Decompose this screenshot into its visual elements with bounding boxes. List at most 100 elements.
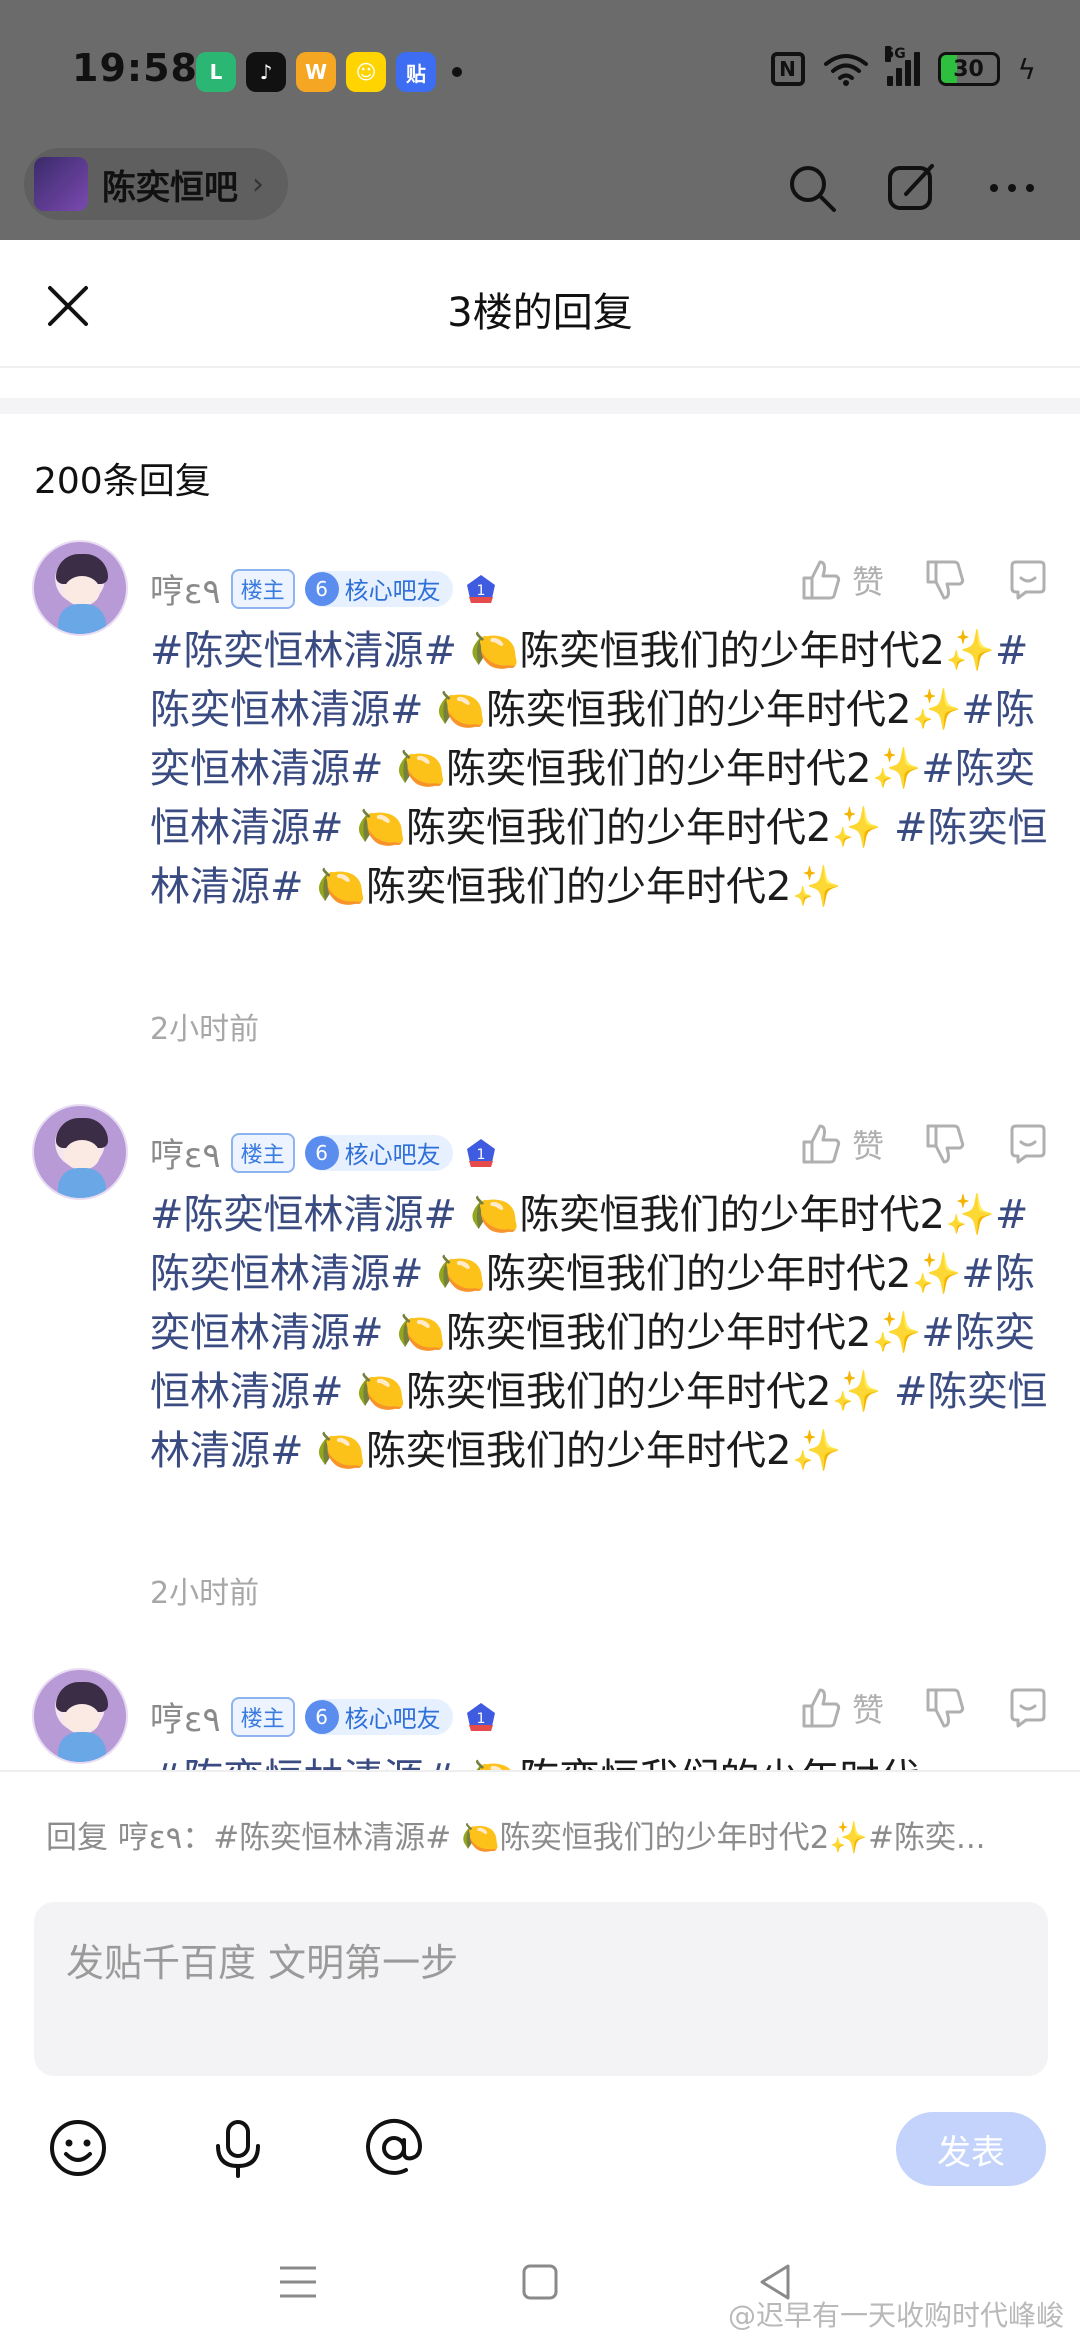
user-info: 哼ε٩ 楼主 6 核心吧友 1 xyxy=(150,1692,499,1741)
network-type-label: 5G xyxy=(884,46,906,62)
reply-text: 🍋陈奕恒我们的少年时代2✨ xyxy=(457,628,995,674)
level-badge: 6 核心吧友 xyxy=(304,1698,453,1735)
forum-avatar xyxy=(34,157,88,211)
phone-app-icon: L xyxy=(196,52,236,92)
mention-icon[interactable] xyxy=(362,2116,426,2180)
username[interactable]: 哼ε٩ xyxy=(150,1692,221,1741)
reply-content: #陈奕恒林清源# 🍋陈奕恒我们的少年时代2✨#陈奕恒林清源# 🍋陈奕恒我们的少年… xyxy=(150,1186,1050,1481)
level-badge: 6 核心吧友 xyxy=(304,570,453,607)
more-notifications-dot xyxy=(452,67,462,77)
status-bar: 19:58 L ♪ W ☺ 贴 N 5G 30 ϟ xyxy=(0,0,1080,140)
like-label: 赞 xyxy=(851,1127,884,1165)
system-navigation-bar: @迟早有一天收购时代峰峻 xyxy=(0,2210,1080,2344)
reply-text: 🍋陈奕恒我们的少年时代2✨ xyxy=(383,746,922,792)
reply-count: 200条回复 xyxy=(34,461,211,502)
avatar[interactable] xyxy=(32,540,128,636)
comment-icon[interactable] xyxy=(1004,1120,1052,1168)
home-icon[interactable] xyxy=(512,2254,568,2310)
status-indicators: N 5G 30 ϟ xyxy=(770,46,1036,86)
rank-medal-icon: 1 xyxy=(466,1138,495,1167)
like-label: 赞 xyxy=(851,563,884,601)
notification-app-icons: L ♪ W ☺ 贴 xyxy=(196,52,462,92)
reply-item[interactable]: 哼ε٩楼主6核心吧友 1 赞 #陈奕恒林清源# 🍋陈奕恒我们的少年时代 xyxy=(0,1668,1080,1770)
like-label: 赞 xyxy=(851,1691,884,1729)
owner-badge: 楼主 xyxy=(230,1696,295,1737)
thumbs-down-icon[interactable] xyxy=(920,556,968,604)
rank-medal-icon: 1 xyxy=(466,1702,495,1731)
owner-badge: 楼主 xyxy=(230,1132,295,1173)
send-button[interactable]: 发表 xyxy=(896,2112,1046,2186)
reply-composer: 回复 哼ε٩：#陈奕恒林清源# 🍋陈奕恒我们的少年时代2✨#陈奕... 发表 xyxy=(0,1770,1080,2210)
username[interactable]: 哼ε٩ xyxy=(150,564,221,613)
thumbs-down-icon[interactable] xyxy=(920,1684,968,1732)
hashtag-link[interactable]: #陈奕恒林清源# xyxy=(150,628,457,674)
reply-timestamp: 2小时前 xyxy=(150,1576,260,1611)
reply-actions: 赞 xyxy=(796,1684,1052,1732)
microphone-icon[interactable] xyxy=(206,2116,270,2180)
chevron-right-icon: › xyxy=(252,166,264,202)
more-icon[interactable] xyxy=(984,160,1040,216)
reply-text: 🍋陈奕恒我们的少年时代2✨ xyxy=(303,1428,842,1474)
reply-item[interactable]: 哼ε٩ 楼主 6 核心吧友 1 赞 #陈奕恒林清源# 🍋陈奕恒我们的少年时代2✨#陈奕恒林清… xyxy=(0,540,1080,1104)
reply-text: 🍋陈奕恒我们的少年时代2✨ xyxy=(423,1251,962,1297)
level-title: 核心吧友 xyxy=(344,1141,441,1169)
sheet-title: 3楼的回复 xyxy=(447,290,633,336)
level-number: 6 xyxy=(304,571,339,606)
reply-text: 🍋陈奕恒我们的少年时代2✨ xyxy=(423,687,962,733)
hashtag-link[interactable]: #陈奕恒林清源# xyxy=(150,1756,457,1770)
owner-badge: 楼主 xyxy=(230,568,295,609)
level-title: 核心吧友 xyxy=(344,577,441,605)
reply-target-hint: 回复 哼ε٩：#陈奕恒林清源# 🍋陈奕恒我们的少年时代2✨#陈奕... xyxy=(46,1820,986,1856)
comment-icon[interactable] xyxy=(1004,1684,1052,1732)
reply-text: 🍋陈奕恒我们的少年时代2✨ xyxy=(343,805,895,851)
battery-level: 30 xyxy=(953,56,984,82)
emoji-app-icon: ☺ xyxy=(346,52,386,92)
like-button[interactable]: 赞 xyxy=(796,556,884,604)
level-number: 6 xyxy=(304,1699,339,1734)
menu-icon[interactable] xyxy=(270,2254,326,2310)
reply-list: 哼ε٩ 楼主 6 核心吧友 1 赞 #陈奕恒林清源# 🍋陈奕恒我们的少年时代2✨#陈奕恒林清… xyxy=(0,540,1080,1770)
thumbs-down-icon[interactable] xyxy=(920,1120,968,1168)
forum-top-bar: 陈奕恒吧 › xyxy=(0,140,1080,240)
reply-text: 🍋陈奕恒我们的少年时代 xyxy=(457,1756,920,1770)
avatar[interactable] xyxy=(32,1104,128,1200)
thumbs-up-icon xyxy=(802,560,841,600)
svg-text:1: 1 xyxy=(476,1711,485,1727)
nfc-icon: N xyxy=(770,52,805,86)
level-number: 6 xyxy=(304,1135,339,1170)
status-time: 19:58 xyxy=(72,46,198,90)
svg-text:1: 1 xyxy=(476,583,485,599)
emoji-icon[interactable] xyxy=(46,2116,110,2180)
username[interactable]: 哼ε٩ xyxy=(150,1128,221,1177)
like-button[interactable]: 赞 xyxy=(796,1684,884,1732)
hashtag-link[interactable]: #陈奕恒林清源# xyxy=(150,1192,457,1238)
forum-name: 陈奕恒吧 xyxy=(102,167,238,208)
battery-icon: 30 xyxy=(937,52,1000,86)
like-button[interactable]: 赞 xyxy=(796,1120,884,1168)
forum-entry-button[interactable]: 陈奕恒吧 › xyxy=(24,148,288,220)
reply-input[interactable] xyxy=(34,1902,1048,2076)
reply-text: 🍋陈奕恒我们的少年时代2✨ xyxy=(383,1310,922,1356)
avatar[interactable] xyxy=(32,1668,128,1764)
reply-actions: 赞 xyxy=(796,556,1052,604)
charging-icon: ϟ xyxy=(1017,52,1036,86)
tiktok-icon: ♪ xyxy=(246,52,286,92)
weibo-icon: W xyxy=(296,52,336,92)
rank-medal-icon: 1 xyxy=(466,574,495,603)
edit-post-icon[interactable] xyxy=(884,160,940,216)
reply-actions: 赞 xyxy=(796,1120,1052,1168)
thumbs-up-icon xyxy=(802,1688,841,1728)
reply-content: #陈奕恒林清源# 🍋陈奕恒我们的少年时代2✨#陈奕恒林清源# 🍋陈奕恒我们的少年… xyxy=(150,622,1050,917)
section-divider xyxy=(0,398,1080,414)
reply-text: 🍋陈奕恒我们的少年时代2✨ xyxy=(457,1192,995,1238)
reply-item[interactable]: 哼ε٩ 楼主 6 核心吧友 1 赞 #陈奕恒林清源# 🍋陈奕恒我们的少年时代2✨#陈奕恒林清… xyxy=(0,1104,1080,1668)
wifi-icon xyxy=(823,54,868,86)
level-badge: 6 核心吧友 xyxy=(304,1134,453,1171)
reply-timestamp: 2小时前 xyxy=(150,1012,260,1047)
user-info: 哼ε٩ 楼主 6 核心吧友 1 xyxy=(150,564,499,613)
top-bar-actions xyxy=(784,160,1040,216)
svg-text:1: 1 xyxy=(476,1147,485,1163)
comment-icon[interactable] xyxy=(1004,556,1052,604)
reply-text: 🍋陈奕恒我们的少年时代2✨ xyxy=(343,1369,895,1415)
search-icon[interactable] xyxy=(784,160,840,216)
